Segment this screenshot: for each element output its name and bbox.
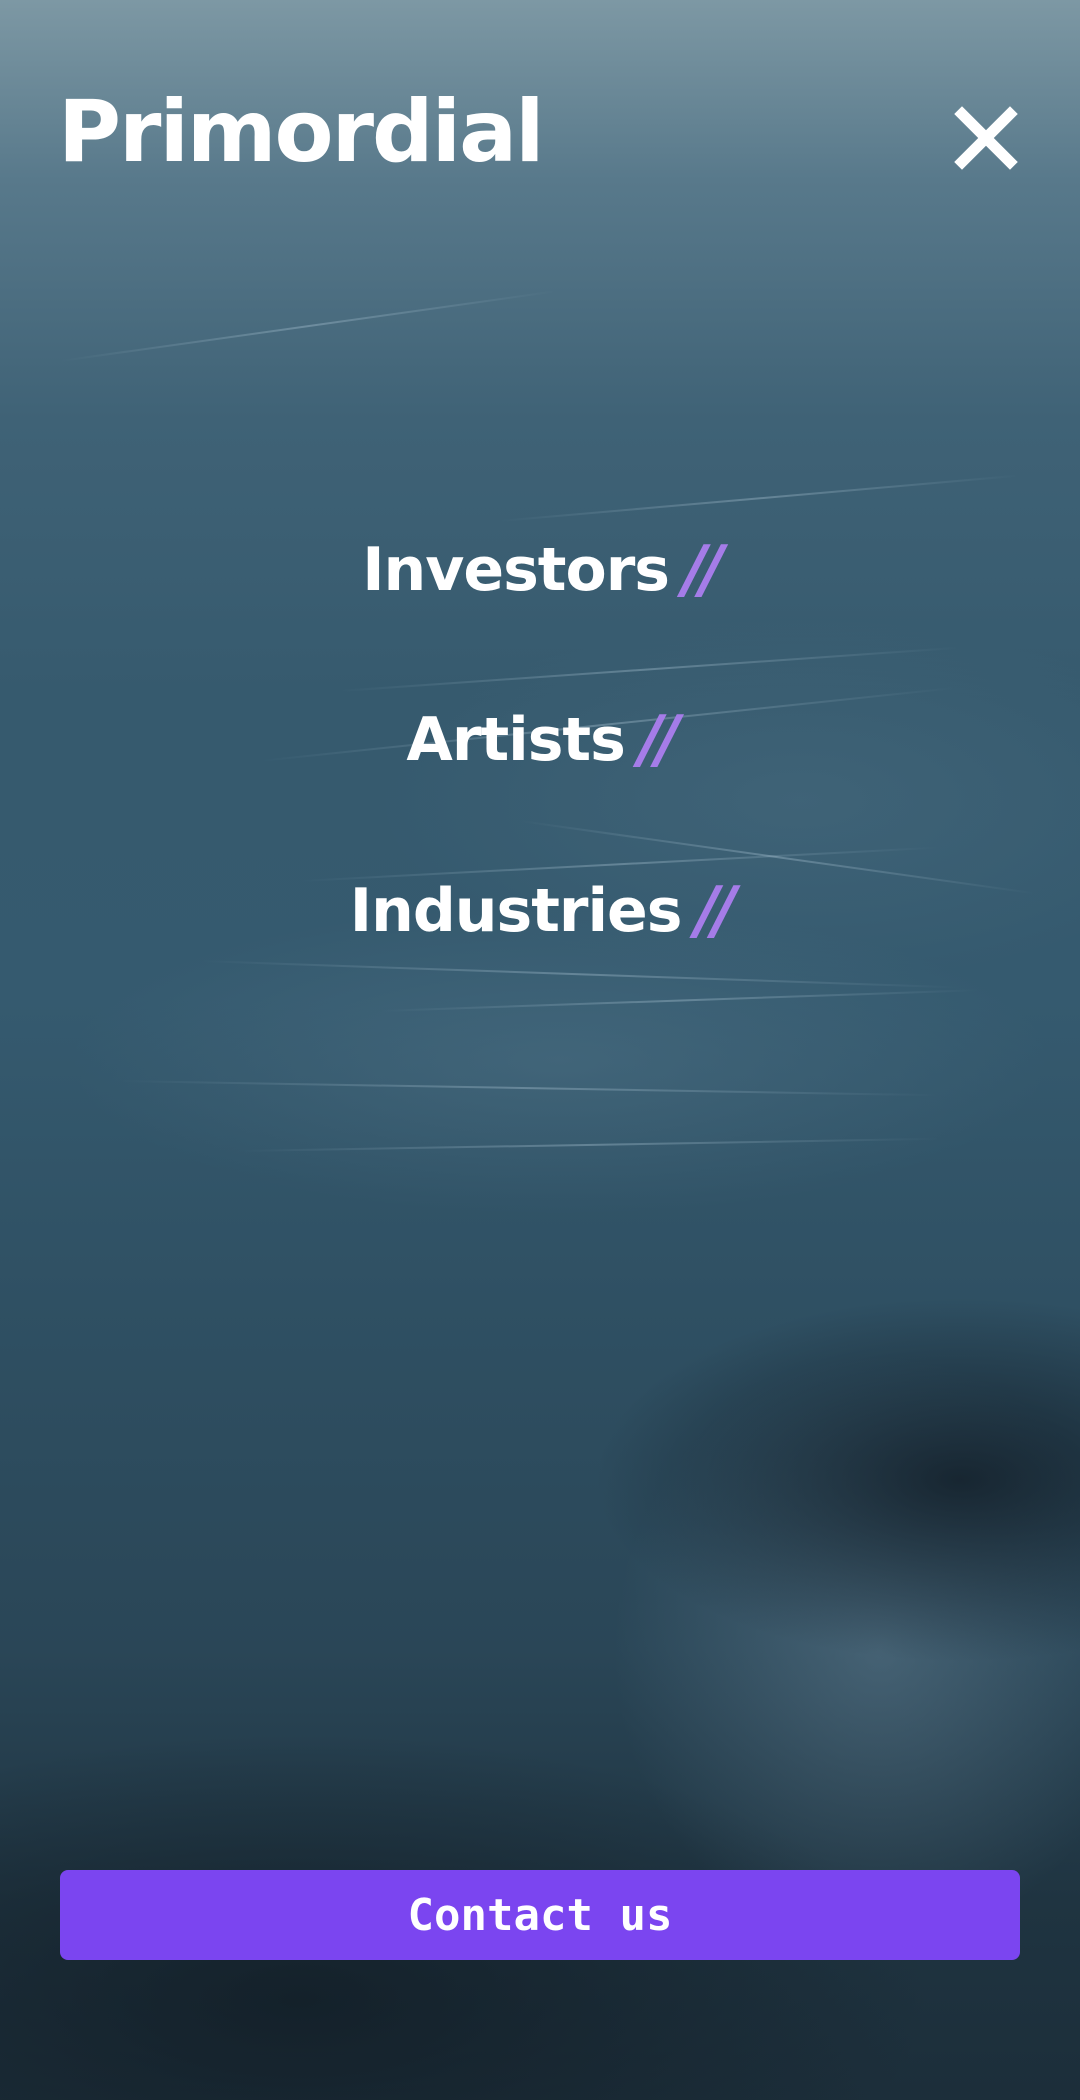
close-icon xyxy=(954,106,1018,170)
nav-item-mark: // xyxy=(638,703,680,777)
close-menu-button[interactable] xyxy=(952,104,1020,172)
nav-item-label: Artists xyxy=(406,705,625,775)
nav-item-label: Investors xyxy=(362,535,670,605)
nav-item-artists[interactable]: Artists // xyxy=(0,695,1080,785)
menu-overlay: Primordial Investors // Artists // Indus… xyxy=(0,0,1080,2100)
nav-item-investors[interactable]: Investors // xyxy=(0,525,1080,615)
nav-item-mark: // xyxy=(683,533,724,607)
nav-item-mark: // xyxy=(695,874,736,948)
nav-item-industries[interactable]: Industries // xyxy=(0,866,1080,956)
contact-us-button[interactable]: Contact us xyxy=(60,1870,1020,1960)
nav-item-label: Industries xyxy=(349,876,683,946)
brand-logo[interactable]: Primordial xyxy=(58,82,545,182)
